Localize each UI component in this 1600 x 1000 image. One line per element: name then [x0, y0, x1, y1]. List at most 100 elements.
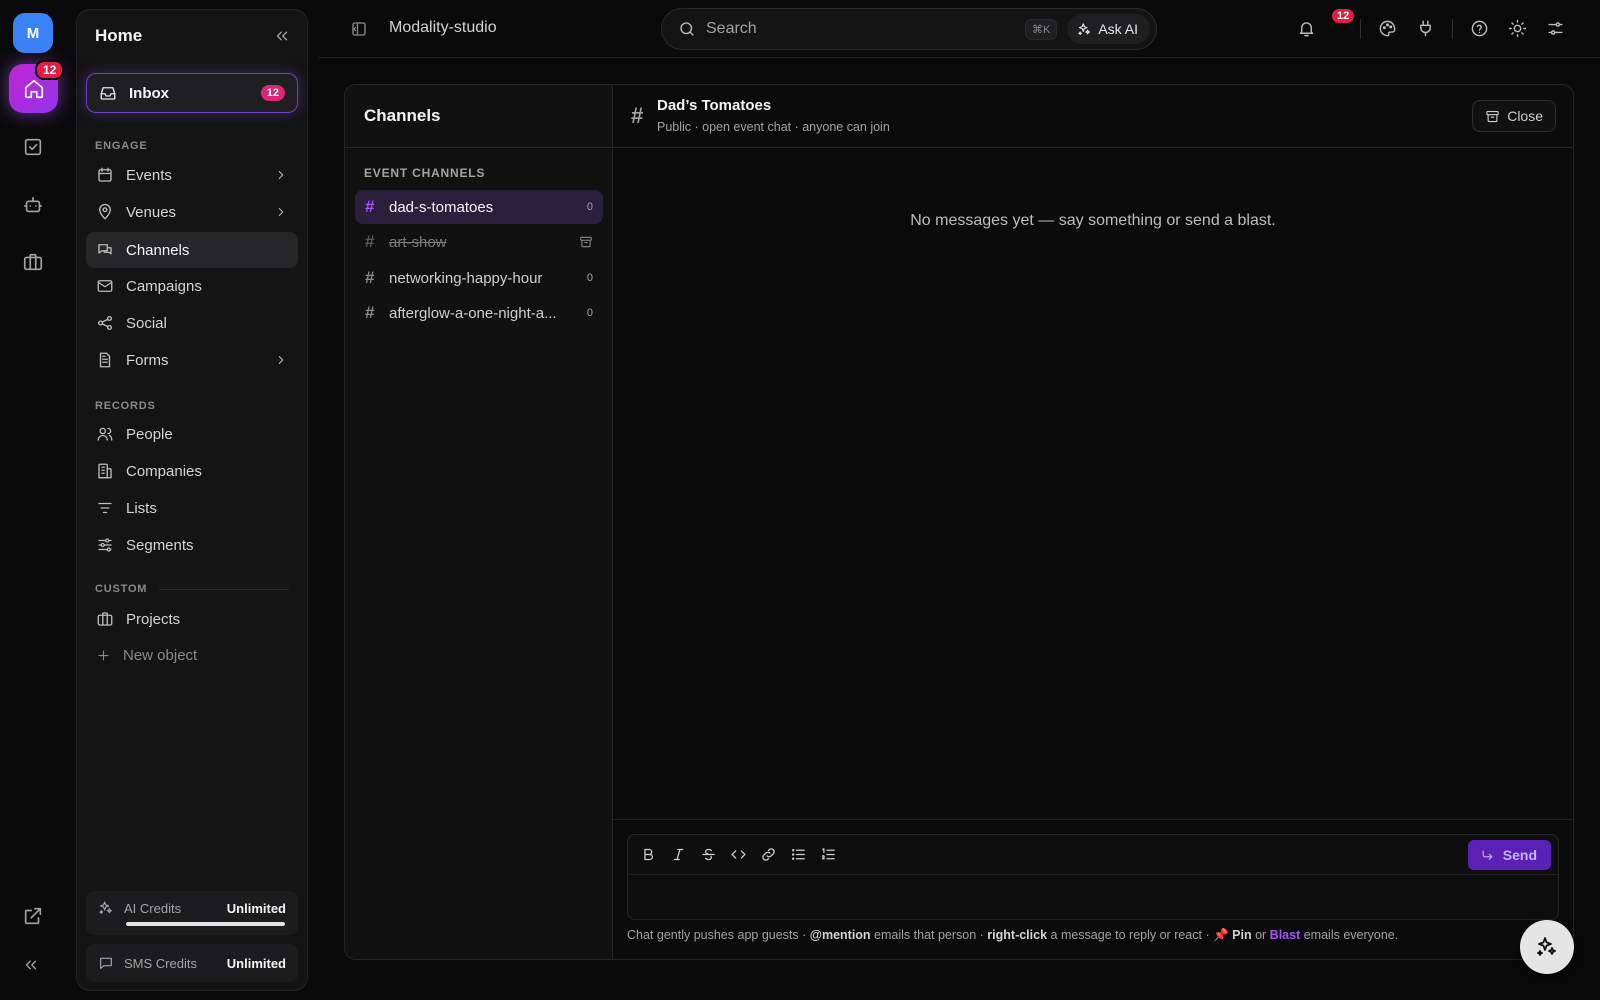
sidebar-item-label: People	[126, 425, 173, 443]
agents-button[interactable]	[22, 194, 44, 216]
channel-name: art-show	[389, 233, 447, 251]
help-button[interactable]	[1470, 19, 1489, 38]
plus-icon	[96, 648, 111, 663]
ask-ai-button[interactable]: Ask AI	[1067, 14, 1150, 44]
code-icon	[730, 846, 747, 863]
workspace-avatar[interactable]: M	[13, 13, 53, 53]
ai-credits-bar-fill	[126, 922, 285, 926]
numbered-list-icon	[820, 846, 837, 863]
sidebar-item-events[interactable]: Events	[86, 157, 298, 193]
link-button[interactable]	[760, 846, 777, 863]
archive-icon	[579, 235, 593, 249]
sidebar-item-inbox[interactable]: Inbox 12	[86, 73, 298, 113]
hint-text: emails everyone.	[1300, 928, 1399, 942]
code-button[interactable]	[730, 846, 747, 863]
collapse-rail-button[interactable]	[22, 956, 40, 974]
event-channels-section: EVENT CHANNELS	[364, 166, 486, 180]
ai-credits-value: Unlimited	[226, 900, 286, 916]
sidebar-item-people[interactable]: People	[86, 416, 298, 452]
sidebar-toggle-icon	[350, 20, 368, 38]
send-label: Send	[1502, 847, 1537, 863]
channel-list-header: Channels	[345, 85, 613, 148]
hash-icon: #	[365, 268, 375, 287]
search-shortcut: ⌘K	[1024, 18, 1058, 40]
chat-icon	[96, 241, 114, 259]
sidebar-item-venues[interactable]: Venues	[86, 194, 298, 230]
sidebar-item-label: Forms	[126, 351, 169, 369]
new-object-button[interactable]: New object	[86, 637, 298, 673]
channels-panel: Channels EVENT CHANNELS # dad-s-tomatoes…	[344, 84, 1574, 960]
sliders-icon	[96, 536, 114, 554]
channel-list-title: Channels	[364, 106, 441, 125]
channel-title: Dad’s Tomatoes	[657, 97, 772, 114]
search-bar[interactable]: Search ⌘K Ask AI	[661, 8, 1157, 50]
theme-palette-button[interactable]	[1378, 19, 1397, 38]
chevron-right-icon	[274, 205, 288, 219]
share-icon	[96, 314, 114, 332]
bold-icon	[640, 846, 657, 863]
channel-name: afterglow-a-one-night-a...	[389, 304, 557, 322]
hash-icon: #	[365, 303, 375, 322]
hint-pin: Pin	[1232, 928, 1252, 942]
top-bar: Modality-studio Search ⌘K Ask AI 12	[318, 0, 1600, 58]
notifications-badge: 12	[1332, 9, 1355, 23]
italic-button[interactable]	[670, 846, 687, 863]
ai-assistant-button[interactable]	[1520, 920, 1574, 974]
sidebar-item-forms[interactable]: Forms	[86, 342, 298, 378]
home-icon	[23, 78, 45, 100]
new-object-label: New object	[123, 646, 198, 664]
bullet-list-button[interactable]	[790, 846, 807, 863]
external-link-icon	[22, 905, 44, 927]
hash-icon: #	[365, 197, 375, 216]
projects-button[interactable]	[22, 251, 44, 273]
sidebar-item-projects[interactable]: Projects	[86, 601, 298, 637]
sidebar-item-label: Companies	[126, 462, 202, 480]
tasks-button[interactable]	[22, 136, 44, 158]
hint-right-click: right-click	[987, 928, 1048, 942]
integrations-button[interactable]	[1416, 19, 1435, 38]
sidebar-item-lists[interactable]: Lists	[86, 490, 298, 526]
double-chevron-left-icon	[22, 956, 40, 974]
settings-button[interactable]	[1546, 19, 1565, 38]
collapse-sidebar-button[interactable]	[273, 27, 291, 45]
check-square-icon	[22, 136, 44, 158]
bold-button[interactable]	[640, 846, 657, 863]
sidebar-item-social[interactable]: Social	[86, 305, 298, 341]
toolbar-divider	[1360, 19, 1361, 39]
channel-item-dad-s-tomatoes[interactable]: # dad-s-tomatoes 0	[355, 190, 603, 224]
sidebar-item-segments[interactable]: Segments	[86, 527, 298, 563]
bot-icon	[22, 194, 44, 216]
toggle-panel-button[interactable]	[350, 20, 368, 38]
sidebar-item-companies[interactable]: Companies	[86, 453, 298, 489]
briefcase-icon	[22, 251, 44, 273]
hint-text: emails that person ·	[870, 928, 988, 942]
channel-name: networking-happy-hour	[389, 269, 543, 287]
unread-count: 0	[586, 272, 593, 284]
sidebar-item-channels[interactable]: Channels	[86, 232, 298, 268]
help-circle-icon	[1470, 19, 1489, 38]
search-input[interactable]: Search	[706, 20, 1015, 38]
close-channel-button[interactable]: Close	[1472, 100, 1556, 132]
italic-icon	[670, 846, 687, 863]
open-external-button[interactable]	[22, 905, 44, 927]
theme-toggle-button[interactable]	[1508, 19, 1527, 38]
numbered-list-button[interactable]	[820, 846, 837, 863]
strikethrough-button[interactable]	[700, 846, 717, 863]
home-badge: 12	[35, 60, 65, 80]
sidebar-item-label: Venues	[126, 203, 177, 221]
channel-list: Channels EVENT CHANNELS # dad-s-tomatoes…	[345, 85, 613, 959]
sidebar-item-label: Lists	[126, 499, 157, 517]
channel-item-networking-happy-hour[interactable]: # networking-happy-hour 0	[355, 261, 603, 295]
send-button[interactable]: Send	[1467, 840, 1551, 870]
channel-subtitle: Public · open event chat · anyone can jo…	[657, 120, 890, 134]
sidebar-item-campaigns[interactable]: Campaigns	[86, 268, 298, 304]
calendar-icon	[96, 166, 114, 184]
channel-item-afterglow[interactable]: # afterglow-a-one-night-a... 0	[355, 296, 603, 330]
notifications-button[interactable]	[1297, 19, 1316, 38]
message-composer[interactable]: Send	[627, 834, 1559, 920]
channel-item-art-show[interactable]: # art-show	[355, 225, 603, 259]
composer-area: Send Chat gently pushes app guests · @me…	[613, 819, 1573, 959]
briefcase-icon	[96, 610, 114, 628]
sms-credits: SMS Credits Unlimited	[86, 944, 298, 982]
section-engage: ENGAGE	[95, 140, 148, 152]
